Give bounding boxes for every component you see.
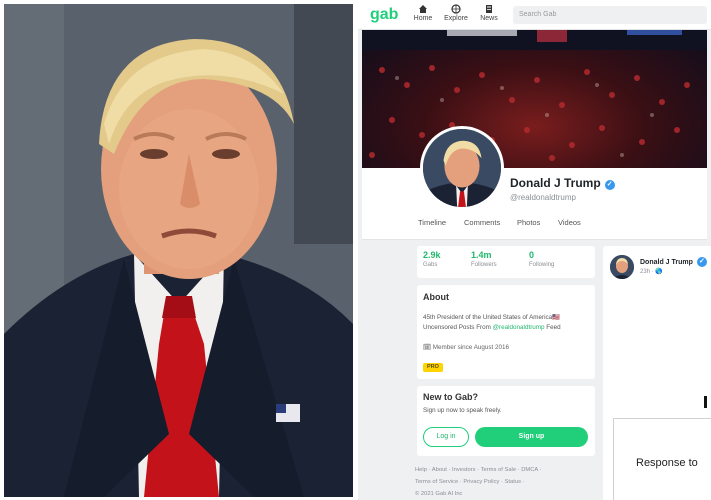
about-card: About 45th President of the United State… — [417, 285, 595, 379]
profile-avatar[interactable] — [420, 126, 504, 210]
stats-card: 2.9k Gabs 1.4m Followers 0 Following — [417, 246, 595, 278]
post-embed-text: Response to — [636, 457, 698, 469]
portrait-photo — [4, 4, 353, 497]
footer-line-1[interactable]: Help · About · Investors · Terms of Sale… — [415, 464, 600, 476]
profile-banner-image — [362, 30, 707, 168]
gab-logo[interactable]: gab — [370, 6, 398, 24]
post-author-name: Donald J Trump — [640, 259, 693, 266]
bio-line-2-post: Feed — [544, 324, 561, 331]
rally-crowd-illustration — [362, 30, 707, 161]
bio-line-2-pre: Uncensored Posts From — [423, 324, 493, 331]
post-verified-icon: ✓ — [696, 257, 707, 267]
post-timestamp[interactable]: 23h · 🌎 — [640, 268, 663, 275]
top-navbar: gab Home Explore News Search Gab — [358, 0, 711, 30]
stat-following-label: Following — [529, 262, 555, 268]
footer-copyright: © 2021 Gab AI Inc — [415, 491, 463, 497]
member-since: 🗓 Member since August 2016 — [423, 343, 509, 351]
stat-following-value: 0 — [529, 250, 535, 260]
post-embed[interactable]: Response to — [613, 418, 711, 500]
tab-comments[interactable]: Comments — [464, 218, 500, 227]
stat-following[interactable]: 0 Following — [529, 250, 554, 268]
nav-news[interactable]: News — [474, 4, 504, 22]
stat-followers-value: 1.4m — [471, 250, 492, 260]
nav-home-label: Home — [413, 15, 433, 22]
home-icon — [419, 5, 427, 13]
profile-name: Donald J Trump ✓ — [510, 176, 615, 190]
login-button[interactable]: Log in — [423, 427, 469, 447]
profile-name-text: Donald J Trump — [510, 176, 601, 190]
post-author-avatar[interactable] — [610, 255, 634, 279]
tab-timeline[interactable]: Timeline — [418, 218, 446, 227]
verified-badge-icon: ✓ — [604, 180, 615, 190]
stat-gabs[interactable]: 2.9k Gabs — [423, 250, 441, 268]
profile-handle: @realdonaldtrump — [510, 193, 576, 202]
stat-gabs-label: Gabs — [423, 262, 438, 268]
news-icon — [486, 5, 492, 13]
bio-handle-link[interactable]: @realdonaldtrump — [493, 324, 545, 331]
pro-badge: PRO — [423, 363, 443, 372]
nav-explore[interactable]: Explore — [441, 4, 471, 22]
globe-icon — [451, 4, 461, 14]
tab-photos[interactable]: Photos — [517, 218, 540, 227]
about-bio: 45th President of the United States of A… — [423, 313, 591, 333]
post-content-fragment — [704, 396, 707, 408]
about-title: About — [423, 292, 449, 302]
profile-header-card: Donald J Trump ✓ @realdonaldtrump Timelin… — [362, 126, 707, 240]
stat-gabs-value: 2.9k — [423, 250, 441, 260]
signup-title: New to Gab? — [423, 392, 479, 402]
bio-line-1: 45th President of the United States of A… — [423, 314, 561, 321]
search-input[interactable]: Search Gab — [513, 6, 707, 24]
post-card: Donald J Trump ✓ 23h · 🌎 Response to — [603, 246, 711, 500]
nav-news-label: News — [480, 15, 498, 22]
post-author[interactable]: Donald J Trump ✓ — [640, 257, 707, 267]
nav-explore-label: Explore — [444, 15, 468, 22]
portrait-illustration — [4, 4, 353, 497]
tab-videos[interactable]: Videos — [558, 218, 581, 227]
member-since-text: Member since August 2016 — [432, 344, 510, 351]
collage: gab Home Explore News Search Gab Donald … — [0, 0, 711, 500]
nav-home[interactable]: Home — [408, 4, 438, 22]
profile-tabs: Timeline Comments Photos Videos — [362, 218, 707, 240]
stat-followers-label: Followers — [471, 262, 497, 268]
signup-button[interactable]: Sign up — [475, 427, 588, 447]
signup-card: New to Gab? Sign up now to speak freely.… — [417, 386, 595, 456]
post-avatar-portrait — [610, 255, 634, 279]
calendar-icon: 🗓 — [423, 344, 431, 351]
footer-links: Help · About · Investors · Terms of Sale… — [415, 464, 600, 500]
footer-line-2[interactable]: Terms of Service · Privacy Policy · Stat… — [415, 476, 600, 488]
stat-followers[interactable]: 1.4m Followers — [471, 250, 497, 268]
signup-subtitle: Sign up now to speak freely. — [423, 407, 502, 414]
avatar-portrait — [423, 129, 501, 207]
